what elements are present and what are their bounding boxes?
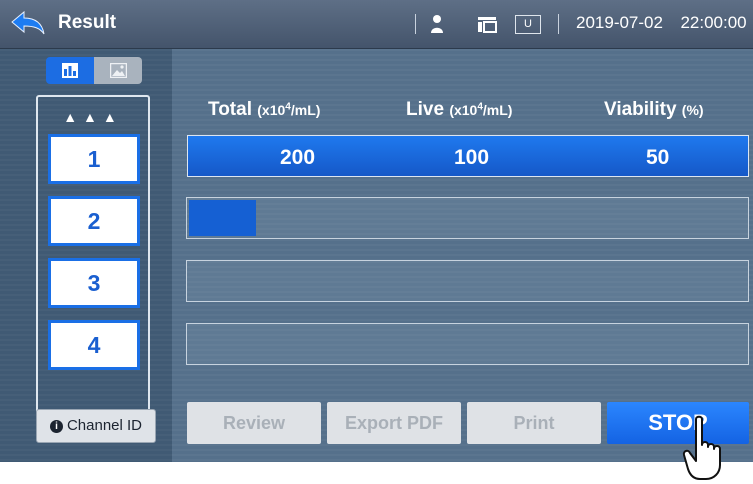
total-label: Total <box>208 99 252 120</box>
live-label: Live <box>406 99 445 120</box>
viability-unit: (%) <box>681 102 704 118</box>
progress-fill-1 <box>189 200 256 236</box>
print-button[interactable]: Print <box>467 402 601 444</box>
live-unit-prefix: (x10 <box>449 102 478 118</box>
date-text: 2019-07-02 <box>576 13 663 32</box>
chart-view-button[interactable] <box>46 57 94 84</box>
viability-header: Viability (%) <box>604 99 704 121</box>
top-bar: Result U 2019-07-02 22:00:00 <box>0 0 753 49</box>
live-value: 100 <box>454 146 490 169</box>
total-value: 200 <box>280 146 316 169</box>
info-icon: i <box>49 420 63 433</box>
total-unit-suffix: /mL) <box>290 102 321 118</box>
total-header: Total (x104/mL) <box>208 99 320 121</box>
live-header: Live (x104/mL) <box>406 99 512 121</box>
view-toggle <box>46 57 142 84</box>
total-unit-prefix: (x10 <box>257 102 286 118</box>
hand-pointer-icon <box>682 415 721 480</box>
image-icon <box>110 63 127 78</box>
viability-label: Viability <box>604 99 677 120</box>
live-unit-suffix: /mL) <box>482 102 513 118</box>
sidebar: ▲▲▲ 1 2 3 4 i Channel ID <box>0 49 172 462</box>
usb-icon[interactable]: U <box>515 15 541 34</box>
divider <box>415 14 416 34</box>
channel-1-button[interactable]: 1 <box>48 134 140 184</box>
datetime: 2019-07-02 22:00:00 <box>576 13 747 33</box>
result-values-row: 200 100 50 <box>187 135 749 177</box>
viability-value: 50 <box>646 146 670 169</box>
scroll-up-arrows[interactable]: ▲▲▲ <box>38 109 148 125</box>
divider <box>558 14 559 34</box>
review-button[interactable]: Review <box>187 402 321 444</box>
channel-id-button[interactable]: i Channel ID <box>36 409 156 443</box>
channel-3-button[interactable]: 3 <box>48 258 140 308</box>
channel-panel: ▲▲▲ 1 2 3 4 <box>36 95 150 434</box>
time-text: 22:00:00 <box>680 13 747 32</box>
back-arrow-icon[interactable] <box>10 10 46 38</box>
user-icon[interactable] <box>430 14 444 34</box>
image-view-button[interactable] <box>94 57 142 84</box>
live-unit: (x104/mL) <box>449 101 513 118</box>
progress-track-1 <box>186 197 749 239</box>
progress-track-2 <box>186 260 749 302</box>
total-unit: (x104/mL) <box>257 101 321 118</box>
page-title: Result <box>58 12 117 33</box>
export-pdf-button[interactable]: Export PDF <box>327 402 461 444</box>
memory-icon[interactable] <box>477 15 497 33</box>
main-content: ▲▲▲ 1 2 3 4 i Channel ID Total (x104/mL) … <box>0 49 753 462</box>
channel-2-button[interactable]: 2 <box>48 196 140 246</box>
channel-id-label: Channel ID <box>66 417 143 434</box>
chart-icon <box>62 63 78 78</box>
channel-4-button[interactable]: 4 <box>48 320 140 370</box>
unused-4 <box>186 323 749 365</box>
